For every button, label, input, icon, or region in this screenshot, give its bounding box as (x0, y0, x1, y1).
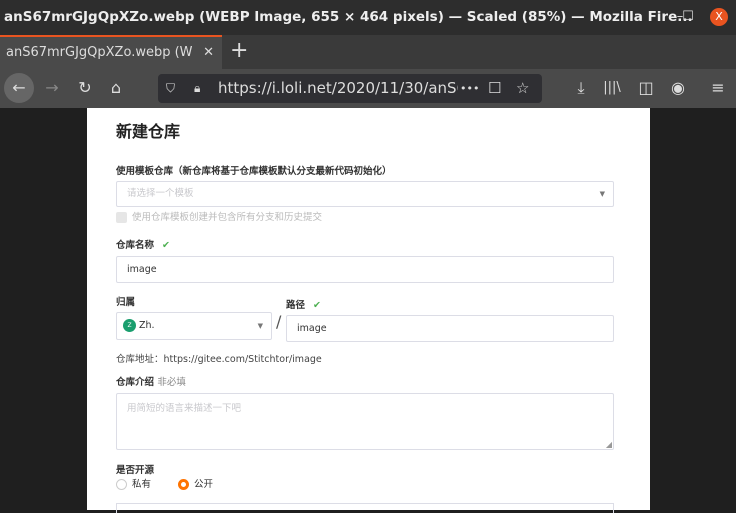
owner-value: Zh. (139, 320, 155, 331)
tab-image[interactable]: anS67mrGJgQpXZo.webp (W ✕ (0, 35, 222, 69)
shield-icon[interactable]: ⛉ (166, 74, 175, 103)
tab-bar: anS67mrGJgQpXZo.webp (W ✕ + (0, 35, 736, 69)
desc-placeholder: 用简短的语言来描述一下吧 (127, 403, 242, 414)
sidebar-icon[interactable]: ◫ (634, 76, 658, 100)
forward-button[interactable]: → (40, 76, 64, 100)
template-checkbox-label: 使用仓库模板创建并包含所有分支和历史提交 (132, 212, 323, 223)
chevron-down-icon: ▼ (257, 322, 263, 330)
radio-private-icon[interactable] (116, 479, 127, 490)
repo-address: 仓库地址：https://gitee.com/Stitchtor/image (116, 354, 322, 365)
url-text[interactable]: https://i.loli.net/2020/11/30/anS6 (218, 74, 458, 103)
tab-close-icon[interactable]: ✕ (203, 37, 214, 68)
new-tab-button[interactable]: + (230, 35, 248, 67)
owner-select[interactable]: Z Zh. ▼ (116, 312, 272, 340)
radio-public[interactable]: 公开 (178, 479, 213, 491)
page-actions-icon[interactable]: ••• (460, 74, 479, 103)
window-title: anS67mrGJgQpXZo.webp (WEBP Image, 655 × … (4, 9, 693, 25)
check-icon: ✔ (313, 300, 321, 311)
url-bar[interactable]: ⛉ 🔒︎ https://i.loli.net/2020/11/30/anS6 … (158, 74, 542, 103)
library-icon[interactable]: |||\ (600, 76, 624, 100)
menu-icon[interactable]: ≡ (706, 76, 730, 100)
maximize-button[interactable]: ☐ (679, 8, 697, 26)
template-checkbox[interactable] (116, 212, 127, 223)
template-select[interactable]: 请选择一个模板 ▼ (116, 181, 614, 207)
next-field (116, 503, 614, 513)
desc-textarea[interactable]: 用简短的语言来描述一下吧 ◢ (116, 393, 614, 450)
radio-public-icon[interactable] (178, 479, 189, 490)
path-input[interactable]: image (286, 315, 614, 342)
page-title: 新建仓库 (116, 122, 181, 141)
reload-button[interactable]: ↻ (73, 76, 97, 100)
name-input[interactable]: image (116, 256, 614, 283)
repo-address-url: https://gitee.com/Stitchtor/image (163, 354, 322, 365)
owner-avatar: Z (123, 319, 136, 332)
chevron-down-icon: ▼ (599, 190, 605, 198)
image-content: 新建仓库 使用模板仓库（新仓库将基于仓库模板默认分支最新代码初始化） 请选择一个… (87, 108, 650, 513)
nav-toolbar: ← → ↻ ⌂ ⛉ 🔒︎ https://i.loli.net/2020/11/… (0, 69, 736, 108)
lock-icon[interactable]: 🔒︎ (194, 74, 200, 103)
template-label: 使用模板仓库（新仓库将基于仓库模板默认分支最新代码初始化） (116, 166, 392, 177)
check-icon: ✔ (162, 240, 170, 251)
back-button[interactable]: ← (4, 73, 34, 103)
owner-label: 归属 (116, 297, 136, 308)
name-label: 仓库名称 ✔ (116, 240, 170, 251)
bookmark-star-icon[interactable]: ☆ (516, 74, 529, 103)
radio-private[interactable]: 私有 (116, 479, 151, 491)
path-separator: / (276, 312, 282, 331)
account-icon[interactable]: ◉ (666, 76, 690, 100)
window-titlebar: anS67mrGJgQpXZo.webp (WEBP Image, 655 × … (0, 0, 736, 35)
desc-label: 仓库介绍 非必填 (116, 377, 186, 388)
template-placeholder: 请选择一个模板 (127, 188, 194, 199)
home-button[interactable]: ⌂ (104, 76, 128, 100)
visibility-label: 是否开源 (116, 465, 155, 476)
desc-optional: 非必填 (157, 377, 186, 388)
resize-handle-icon[interactable]: ◢ (606, 440, 612, 449)
tab-label: anS67mrGJgQpXZo.webp (W (6, 45, 193, 60)
template-checkbox-row[interactable]: 使用仓库模板创建并包含所有分支和历史提交 (116, 212, 322, 224)
path-label: 路径 ✔ (286, 300, 321, 311)
downloads-icon[interactable]: ⤓ (569, 76, 593, 100)
close-window-button[interactable]: X (710, 8, 728, 26)
pocket-icon[interactable]: ☐ (488, 74, 501, 103)
